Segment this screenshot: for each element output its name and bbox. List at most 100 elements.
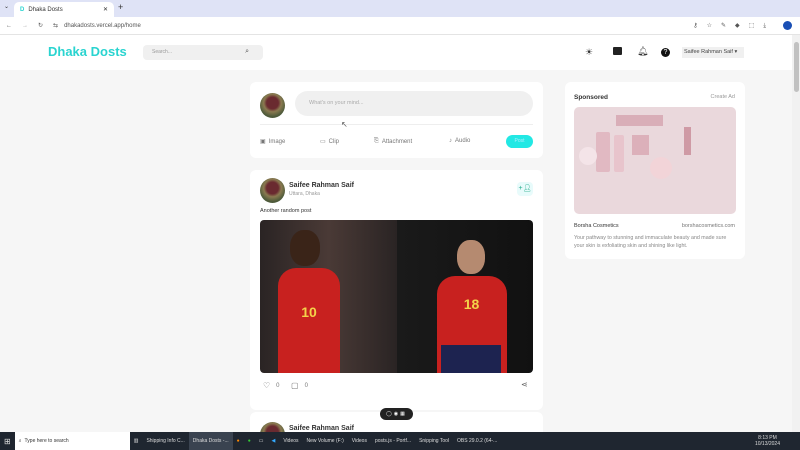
address-bar: ← → ↻ ⇆ dhakadosts.vercel.app/home ⚷☆✎◆⬚… xyxy=(0,17,800,35)
attachment-label: Attachment xyxy=(381,138,413,145)
taskbar-app[interactable]: New Volume (F:) xyxy=(303,432,348,450)
clock-date: 10/13/2024 xyxy=(754,441,780,447)
post-card: Saifee Rahman Saif Uttara, Dhaka +👤︎ Ano… xyxy=(250,170,543,410)
status-placeholder: What's on your mind... xyxy=(309,100,364,106)
taskbar-search[interactable]: ⌕ Type here to search xyxy=(14,432,130,450)
profile-icon[interactable] xyxy=(783,21,792,30)
comment-count: 0 xyxy=(304,382,308,389)
divider xyxy=(260,124,533,125)
taskbar-app[interactable]: Shipping Info C... xyxy=(142,432,188,450)
heart-icon: ♡ xyxy=(263,381,271,390)
start-icon[interactable]: ⊞ xyxy=(0,432,15,450)
task-view-icon[interactable]: ▥ xyxy=(130,432,143,450)
tab-title: Dhaka Dosts xyxy=(28,6,63,13)
attachment-icon: ⎘ xyxy=(374,138,379,144)
product xyxy=(614,135,624,172)
author-location: Uttara, Dhaka xyxy=(289,191,320,197)
avatar xyxy=(260,93,285,118)
author-name[interactable]: Saifee Rahman Saif xyxy=(289,425,354,432)
photo-head xyxy=(290,230,320,266)
clip-button[interactable]: ▭ Clip xyxy=(320,138,340,146)
mic-icon: ♪ xyxy=(449,138,452,144)
scrollbar-thumb[interactable] xyxy=(794,42,799,92)
url-field[interactable]: dhakadosts.vercel.app/home xyxy=(64,23,141,29)
browser-tab-strip: ⌄ D Dhaka Dosts ✕ + xyxy=(0,0,800,17)
browser-tab[interactable]: D Dhaka Dosts ✕ xyxy=(14,2,114,17)
scrollbar[interactable] xyxy=(792,35,800,432)
sponsored-title: Sponsored xyxy=(574,94,608,101)
audio-label: Audio xyxy=(455,138,471,144)
notifications-icon[interactable]: 🔔︎ xyxy=(637,46,648,57)
clock[interactable]: 8:13 PM 10/13/2024 xyxy=(755,435,780,447)
share-icon[interactable]: ⋖ xyxy=(521,380,528,389)
ad-site[interactable]: borshacosmetics.com xyxy=(682,223,735,229)
firefox-icon[interactable]: ● xyxy=(233,432,244,450)
logo[interactable]: Dhaka Dosts xyxy=(48,44,127,59)
product xyxy=(632,135,649,155)
product xyxy=(579,147,597,165)
reload-icon[interactable]: ↻ xyxy=(38,22,43,29)
audio-button[interactable]: ♪ Audio xyxy=(449,138,470,144)
search-icon[interactable]: ⌕ xyxy=(245,48,249,56)
taskbar-app[interactable]: OBS 29.0.2 (64-... xyxy=(453,432,501,450)
forward-icon[interactable]: → xyxy=(22,23,28,29)
user-name: Saifee Rahman Saif xyxy=(684,49,733,55)
product xyxy=(616,115,663,126)
taskbar: ⊞ ⌕ Type here to search ▥ Shipping Info C… xyxy=(0,432,800,450)
create-ad-link[interactable]: Create Ad xyxy=(711,94,735,100)
help-icon[interactable]: ? xyxy=(661,48,670,57)
image-label: Image xyxy=(268,138,286,145)
tab-list-icon[interactable]: ⌄ xyxy=(4,3,9,10)
add-friend-icon[interactable]: +👤︎ xyxy=(517,182,533,196)
post-button[interactable]: Post xyxy=(506,135,533,148)
product xyxy=(684,127,691,155)
sponsored-card: Sponsored Create Ad Borsha Cosmetics bor… xyxy=(565,82,745,259)
taskbar-app[interactable]: posts.js - Portf... xyxy=(371,432,415,450)
theme-toggle-icon[interactable]: ☀ xyxy=(585,47,593,58)
attachment-button[interactable]: ⎘ Attachment xyxy=(374,138,412,145)
image-icon: ▣ xyxy=(260,139,266,145)
recording-controls[interactable]: ◯◉▦ xyxy=(380,408,413,420)
site-info-icon[interactable]: ⇆ xyxy=(53,22,58,29)
post-composer: What's on your mind... ▣ Image ▭ Clip ⎘ Att… xyxy=(250,82,543,158)
taskbar-app[interactable]: Dhaka Dosts -... xyxy=(188,432,233,450)
status-input[interactable]: What's on your mind... xyxy=(295,91,533,116)
author-avatar[interactable] xyxy=(260,178,285,203)
vscode-icon[interactable]: ◀ xyxy=(267,432,279,450)
like-button[interactable]: ♡ 0 xyxy=(263,381,280,390)
comment-icon: ▢ xyxy=(291,381,299,390)
extension-icons[interactable]: ⚷☆✎◆⬚⤓ xyxy=(693,22,775,30)
ad-image[interactable] xyxy=(574,107,736,214)
photo-right: 18 xyxy=(396,220,533,373)
post-text: Another random post xyxy=(260,208,312,214)
photo-head xyxy=(456,240,485,274)
clip-icon: ▭ xyxy=(320,139,326,145)
search-input[interactable]: Search... ⌕ xyxy=(143,45,263,60)
search-icon: ⌕ xyxy=(18,438,22,444)
new-tab-icon[interactable]: + xyxy=(118,2,123,12)
search-placeholder: Search... xyxy=(152,49,173,55)
photo-left: 10 xyxy=(260,220,397,373)
cursor-icon: ↖ xyxy=(341,120,348,129)
user-menu[interactable]: Saifee Rahman Saif ▾ xyxy=(682,47,744,58)
favicon-icon: D xyxy=(20,6,25,13)
taskbar-app[interactable]: Videos xyxy=(348,432,371,450)
post-image[interactable]: 10 18 xyxy=(260,220,533,373)
terminal-icon[interactable]: ▭ xyxy=(255,432,268,450)
image-button[interactable]: ▣ Image xyxy=(260,138,286,146)
clip-label: Clip xyxy=(328,138,340,145)
ad-brand: Borsha Cosmetics xyxy=(574,223,619,229)
comment-button[interactable]: ▢ 0 xyxy=(291,381,308,390)
taskbar-app[interactable]: Videos xyxy=(279,432,302,450)
author-name[interactable]: Saifee Rahman Saif xyxy=(289,182,354,189)
back-icon[interactable]: ← xyxy=(6,23,12,29)
jersey-number: 10 xyxy=(278,268,340,373)
like-count: 0 xyxy=(276,382,280,389)
ad-description: Your pathway to stunning and immaculate … xyxy=(574,235,727,249)
close-tab-icon[interactable]: ✕ xyxy=(103,6,108,13)
product xyxy=(596,132,610,172)
spotify-icon[interactable]: ● xyxy=(244,432,255,450)
product xyxy=(650,157,672,179)
taskbar-app[interactable]: Snipping Tool xyxy=(415,432,453,450)
messages-icon[interactable] xyxy=(613,47,622,55)
